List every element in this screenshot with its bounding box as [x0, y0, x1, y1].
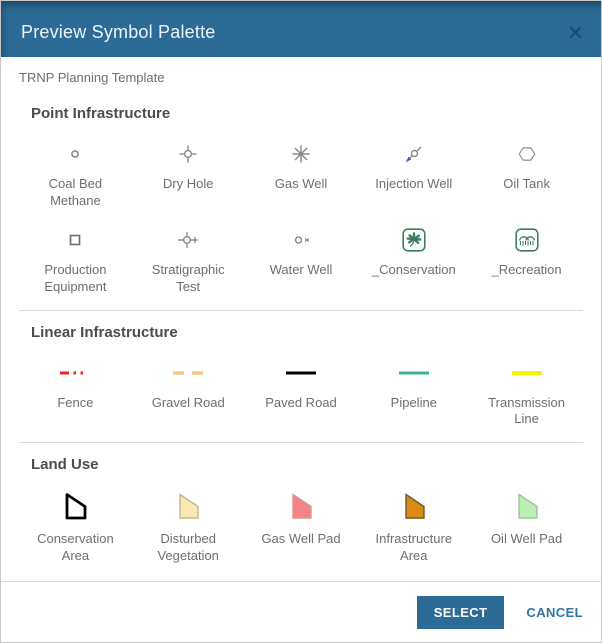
dialog-body: TRNP Planning Template Point Infrastruct… [1, 57, 601, 581]
symbol-injection-well[interactable]: Injection Well [357, 136, 470, 210]
symbol-dry-hole[interactable]: Dry Hole [132, 136, 245, 210]
close-icon[interactable]: × [566, 19, 585, 45]
gravel-road-line-icon [171, 355, 205, 391]
symbol-disturbed-vegetation[interactable]: Disturbed Vegetation [132, 487, 245, 565]
section-divider [19, 310, 583, 311]
water-well-icon [289, 222, 313, 258]
transmission-line-icon [510, 355, 544, 391]
coal-bed-methane-icon [63, 136, 87, 172]
oil-tank-icon [515, 136, 539, 172]
section-divider [19, 442, 583, 443]
symbol-oil-tank[interactable]: Oil Tank [470, 136, 583, 210]
symbol-conservation-template[interactable]: _Conservation [357, 222, 470, 296]
symbol-paved-road[interactable]: Paved Road [245, 355, 358, 429]
oil-well-pad-polygon-icon [509, 487, 545, 527]
stratigraphic-test-icon [175, 222, 201, 258]
linear-infrastructure-grid: Fence Gravel Road Paved Road [1, 355, 601, 429]
land-use-grid: Conservation Area Disturbed Vegetation G… [1, 487, 601, 565]
symbol-stratigraphic-test[interactable]: Stratigraphic Test [132, 222, 245, 296]
symbol-water-well[interactable]: Water Well [245, 222, 358, 296]
symbol-infrastructure-area[interactable]: Infrastructure Area [357, 487, 470, 565]
preview-symbol-palette-dialog: Preview Symbol Palette × TRNP Planning T… [0, 0, 602, 643]
paved-road-line-icon [284, 355, 318, 391]
dry-hole-icon [176, 136, 200, 172]
symbol-pipeline[interactable]: Pipeline [357, 355, 470, 429]
recreation-shelter-icon [514, 222, 540, 258]
pipeline-line-icon [397, 355, 431, 391]
injection-well-icon [402, 136, 426, 172]
disturbed-vegetation-polygon-icon [170, 487, 206, 527]
dialog-header: Preview Symbol Palette × [1, 1, 601, 57]
symbol-production-equipment[interactable]: Production Equipment [19, 222, 132, 296]
section-heading-land-use: Land Use [31, 456, 601, 473]
gas-well-icon [289, 136, 313, 172]
conservation-flower-icon [401, 222, 427, 258]
symbol-coal-bed-methane[interactable]: Coal Bed Methane [19, 136, 132, 210]
production-equipment-icon [63, 222, 87, 258]
dialog-title: Preview Symbol Palette [21, 22, 566, 43]
template-name: TRNP Planning Template [1, 70, 601, 85]
symbol-gas-well[interactable]: Gas Well [245, 136, 358, 210]
infrastructure-area-polygon-icon [396, 487, 432, 527]
symbol-oil-well-pad[interactable]: Oil Well Pad [470, 487, 583, 565]
select-button[interactable]: SELECT [417, 596, 505, 629]
point-infrastructure-grid: Coal Bed Methane Dry Hole [1, 136, 601, 296]
conservation-area-polygon-icon [57, 487, 93, 527]
symbol-transmission-line[interactable]: Transmission Line [470, 355, 583, 429]
symbol-gas-well-pad[interactable]: Gas Well Pad [245, 487, 358, 565]
symbol-fence[interactable]: Fence [19, 355, 132, 429]
gas-well-pad-polygon-icon [283, 487, 319, 527]
symbol-conservation-area[interactable]: Conservation Area [19, 487, 132, 565]
cancel-button[interactable]: CANCEL [526, 605, 583, 620]
section-heading-point-infrastructure: Point Infrastructure [31, 105, 601, 122]
fence-line-icon [58, 355, 92, 391]
symbol-recreation-template[interactable]: _Recreation [470, 222, 583, 296]
dialog-footer: SELECT CANCEL [1, 581, 601, 642]
section-heading-linear-infrastructure: Linear Infrastructure [31, 324, 601, 341]
symbol-gravel-road[interactable]: Gravel Road [132, 355, 245, 429]
